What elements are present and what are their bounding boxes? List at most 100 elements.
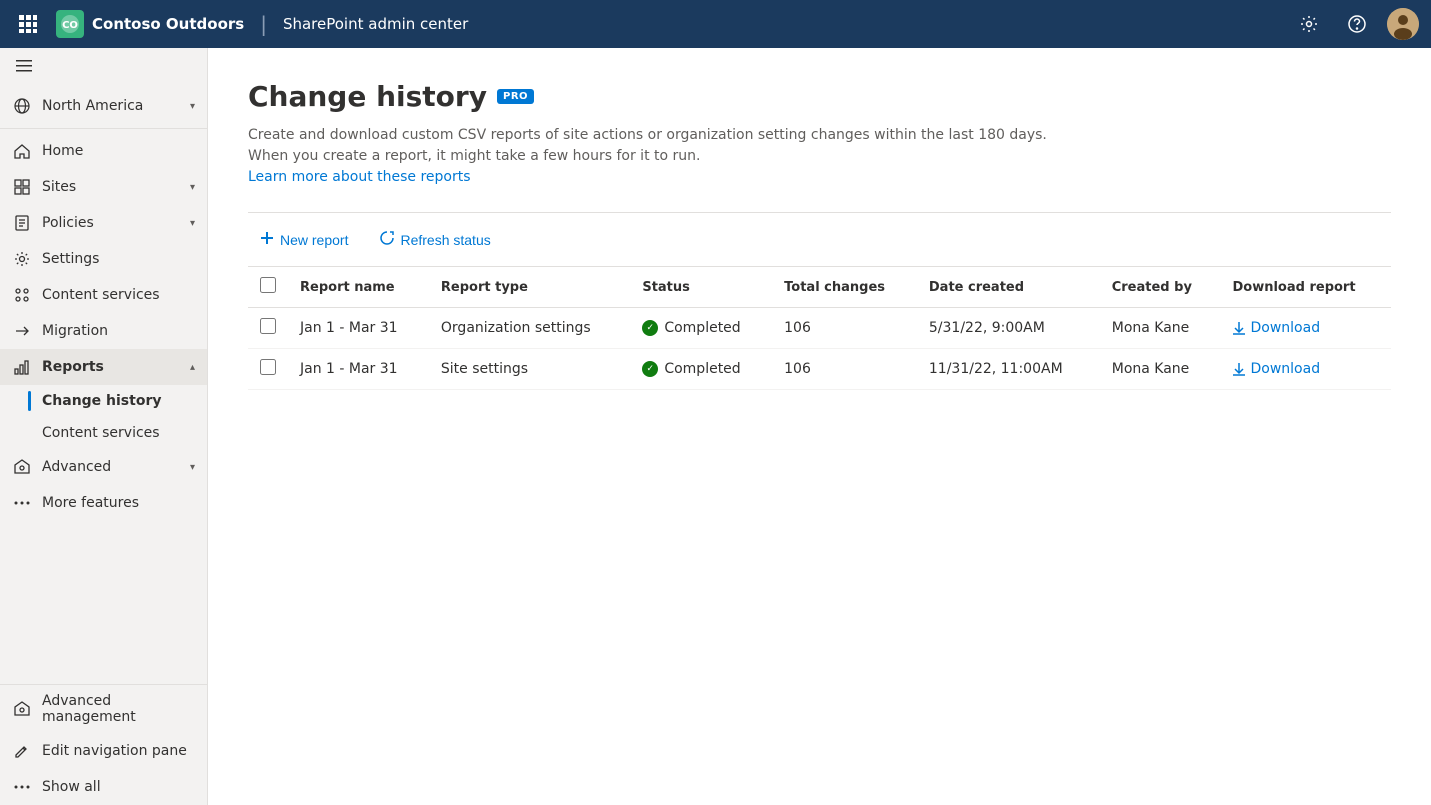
- toolbar: New report Refresh status: [248, 212, 1391, 267]
- col-download-report: Download report: [1220, 267, 1391, 308]
- content-services-label: Content services: [42, 287, 195, 303]
- main-layout: North America ▾ Home Sites ▾: [0, 48, 1431, 805]
- topbar-separator: |: [260, 12, 267, 36]
- table-row: Jan 1 - Mar 31 Site settings Completed 1…: [248, 349, 1391, 390]
- migration-label: Migration: [42, 323, 195, 339]
- sidebar-toggle[interactable]: [0, 48, 207, 88]
- advanced-chevron: ▾: [190, 462, 195, 473]
- row2-created-by: Mona Kane: [1100, 349, 1221, 390]
- home-label: Home: [42, 143, 195, 159]
- sites-label: Sites: [42, 179, 180, 195]
- refresh-label: Refresh status: [400, 232, 490, 248]
- content-services-icon: [12, 285, 32, 305]
- home-icon: [12, 141, 32, 161]
- region-selector[interactable]: North America ▾: [0, 88, 207, 124]
- row2-date-created: 11/31/22, 11:00AM: [917, 349, 1100, 390]
- row1-created-by: Mona Kane: [1100, 308, 1221, 349]
- sidebar-item-reports[interactable]: Reports ▴: [0, 349, 207, 385]
- logo-icon: CO: [56, 10, 84, 38]
- sidebar-item-more-features[interactable]: More features: [0, 485, 207, 521]
- report-table: Report name Report type Status Total cha…: [248, 267, 1391, 390]
- topbar: CO Contoso Outdoors | SharePoint admin c…: [0, 0, 1431, 48]
- region-label: North America: [42, 98, 180, 114]
- col-report-type: Report type: [429, 267, 630, 308]
- globe-icon: [12, 96, 32, 116]
- row2-status-text: Completed: [664, 361, 740, 377]
- sidebar-item-edit-nav[interactable]: Edit navigation pane: [0, 733, 207, 769]
- row2-report-name: Jan 1 - Mar 31: [288, 349, 429, 390]
- row1-report-name: Jan 1 - Mar 31: [288, 308, 429, 349]
- content-area: Change history PRO Create and download c…: [208, 48, 1431, 805]
- refresh-icon: [380, 231, 394, 248]
- org-name: Contoso Outdoors: [92, 15, 244, 33]
- row2-download-link[interactable]: Download: [1232, 361, 1379, 377]
- row2-status-icon: [642, 361, 658, 377]
- pro-badge: PRO: [497, 89, 534, 104]
- row1-download-label: Download: [1250, 320, 1320, 336]
- sidebar-item-sites[interactable]: Sites ▾: [0, 169, 207, 205]
- table-body: Jan 1 - Mar 31 Organization settings Com…: [248, 308, 1391, 390]
- show-all-label: Show all: [42, 779, 195, 795]
- sidebar-item-change-history[interactable]: Change history: [0, 385, 207, 417]
- new-report-button[interactable]: New report: [248, 225, 360, 254]
- table-row: Jan 1 - Mar 31 Organization settings Com…: [248, 308, 1391, 349]
- sidebar-item-settings[interactable]: Settings: [0, 241, 207, 277]
- col-total-changes: Total changes: [772, 267, 917, 308]
- more-features-label: More features: [42, 495, 195, 511]
- app-logo[interactable]: CO Contoso Outdoors: [56, 10, 244, 38]
- row1-checkbox-cell: [248, 308, 288, 349]
- settings-button[interactable]: [1291, 6, 1327, 42]
- row1-download-link[interactable]: Download: [1232, 320, 1379, 336]
- row2-download-label: Download: [1250, 361, 1320, 377]
- policies-label: Policies: [42, 215, 180, 231]
- waffle-icon[interactable]: [12, 8, 44, 40]
- sidebar-item-policies[interactable]: Policies ▾: [0, 205, 207, 241]
- page-title-row: Change history PRO: [248, 80, 1391, 113]
- row1-date-created: 5/31/22, 9:00AM: [917, 308, 1100, 349]
- row1-checkbox[interactable]: [260, 318, 276, 334]
- row1-status-badge: Completed: [642, 320, 760, 336]
- content-services-sub-label: Content services: [42, 425, 160, 441]
- sidebar-item-advanced-management[interactable]: Advanced management: [0, 685, 207, 733]
- sidebar-item-content-services[interactable]: Content services: [0, 277, 207, 313]
- help-button[interactable]: [1339, 6, 1375, 42]
- row1-status: Completed: [630, 308, 772, 349]
- user-avatar[interactable]: [1387, 8, 1419, 40]
- sidebar: North America ▾ Home Sites ▾: [0, 48, 208, 805]
- row1-status-text: Completed: [664, 320, 740, 336]
- row2-total-changes: 106: [772, 349, 917, 390]
- sidebar-item-home[interactable]: Home: [0, 133, 207, 169]
- settings-label: Settings: [42, 251, 195, 267]
- row2-checkbox[interactable]: [260, 359, 276, 375]
- row1-total-changes: 106: [772, 308, 917, 349]
- sidebar-item-show-all[interactable]: Show all: [0, 769, 207, 805]
- row2-checkbox-cell: [248, 349, 288, 390]
- table-header: Report name Report type Status Total cha…: [248, 267, 1391, 308]
- sidebar-item-migration[interactable]: Migration: [0, 313, 207, 349]
- sidebar-bottom: Advanced management Edit navigation pane: [0, 684, 207, 805]
- policies-chevron: ▾: [190, 218, 195, 229]
- col-created-by: Created by: [1100, 267, 1221, 308]
- reports-label: Reports: [42, 359, 180, 375]
- reports-chevron: ▴: [190, 362, 195, 373]
- select-all-checkbox[interactable]: [260, 277, 276, 293]
- page-header: Change history PRO Create and download c…: [248, 80, 1391, 188]
- table-header-row: Report name Report type Status Total cha…: [248, 267, 1391, 308]
- advanced-icon: [12, 457, 32, 477]
- learn-more-link[interactable]: Learn more about these reports: [248, 169, 471, 185]
- svg-text:CO: CO: [62, 20, 78, 31]
- migration-icon: [12, 321, 32, 341]
- refresh-button[interactable]: Refresh status: [368, 225, 502, 254]
- reports-icon: [12, 357, 32, 377]
- sites-icon: [12, 177, 32, 197]
- page-description: Create and download custom CSV reports o…: [248, 125, 1068, 188]
- new-report-icon: [260, 231, 274, 248]
- row1-report-type: Organization settings: [429, 308, 630, 349]
- row1-download-cell: Download: [1220, 308, 1391, 349]
- more-features-icon: [12, 493, 32, 513]
- sites-chevron: ▾: [190, 182, 195, 193]
- row2-status: Completed: [630, 349, 772, 390]
- sidebar-item-advanced[interactable]: Advanced ▾: [0, 449, 207, 485]
- sidebar-item-content-services-sub[interactable]: Content services: [0, 417, 207, 449]
- show-all-icon: [12, 777, 32, 797]
